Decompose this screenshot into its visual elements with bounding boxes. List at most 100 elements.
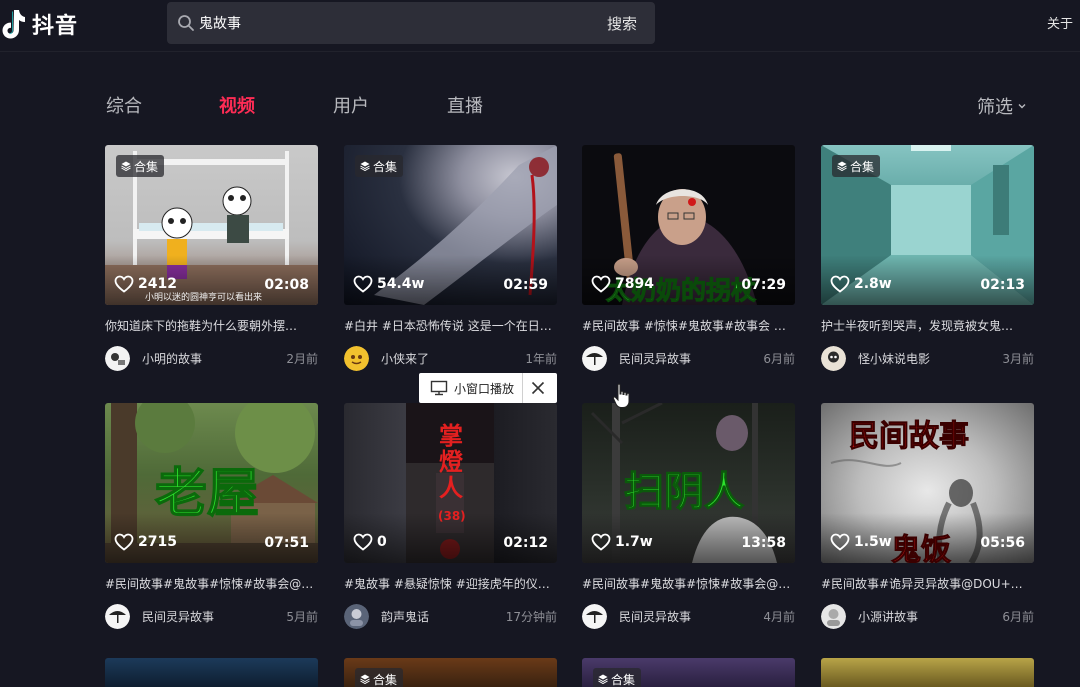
episode-number: (38) <box>438 509 466 523</box>
collection-badge: 合集 <box>355 668 404 687</box>
mini-player-label[interactable]: 小窗口播放 <box>454 380 514 397</box>
author-row[interactable]: 小明的故事 2月前 <box>105 345 318 371</box>
search-bar[interactable]: 鬼故事 搜索 <box>167 2 655 44</box>
post-time: 6月前 <box>1002 609 1034 624</box>
likes-value: 0 <box>377 534 387 550</box>
video-duration: 05:56 <box>980 535 1025 551</box>
video-thumbnail[interactable]: 老屋 2715 07:51 <box>105 403 318 563</box>
heart-icon <box>591 533 611 551</box>
tab-general[interactable]: 综合 <box>106 92 142 118</box>
title-overlay: 掌燈人 <box>439 422 463 502</box>
author-name[interactable]: 怪小妹说电影 <box>858 350 1002 367</box>
author-row[interactable]: 民间灵异故事 5月前 <box>105 603 318 629</box>
video-thumbnail[interactable]: 太奶奶的拐杖 7894 07:29 <box>582 145 795 305</box>
video-thumbnail[interactable]: 合集 小明以迷的圆神亨可以看出来 2412 02:08 <box>105 145 318 305</box>
video-caption[interactable]: 你知道床下的拖鞋为什么要朝外摆… <box>105 317 318 334</box>
collection-badge-label: 合集 <box>373 672 398 687</box>
video-duration: 02:59 <box>503 277 548 293</box>
tiktok-note-icon <box>2 10 25 39</box>
heart-icon <box>353 533 373 551</box>
heart-icon <box>830 275 850 293</box>
video-caption[interactable]: #民间故事 #惊悚#鬼故事#故事会 … <box>582 317 795 334</box>
logo-text: 抖音 <box>32 14 79 39</box>
tab-video[interactable]: 视频 <box>219 92 255 118</box>
mini-player-tooltip[interactable]: 小窗口播放 <box>419 373 557 403</box>
author-row[interactable]: 韵声鬼话 17分钟前 <box>344 603 557 629</box>
video-thumbnail[interactable]: 合集 2.8w 02:13 <box>821 145 1034 305</box>
likes-count: 54.4w <box>353 275 424 293</box>
stack-icon <box>360 161 370 171</box>
tab-live[interactable]: 直播 <box>447 92 483 118</box>
video-caption[interactable]: #民间故事#诡异灵异故事@DOU+… <box>821 575 1034 592</box>
monitor-icon <box>430 380 448 396</box>
video-duration: 13:58 <box>741 535 786 551</box>
author-row[interactable]: 小侠来了 1年前 <box>344 345 557 371</box>
video-duration: 07:29 <box>741 277 786 293</box>
title-overlay: 老屋 <box>154 463 260 525</box>
post-time: 5月前 <box>286 609 318 624</box>
about-link[interactable]: 关于 <box>1047 13 1073 32</box>
hand-cursor-icon <box>612 383 630 408</box>
author-name[interactable]: 民间灵异故事 <box>619 608 763 625</box>
video-caption[interactable]: 护士半夜听到哭声，发现竟被女鬼… <box>821 317 1034 334</box>
collection-badge-label: 合集 <box>373 159 398 174</box>
video-caption[interactable]: #民间故事#鬼故事#惊悚#故事会@… <box>582 575 795 592</box>
likes-count: 2715 <box>114 533 177 551</box>
video-caption[interactable]: #鬼故事 #悬疑惊悚 #迎接虎年的仪… <box>344 575 557 592</box>
video-thumbnail-partial[interactable] <box>821 658 1034 687</box>
video-thumbnail-partial[interactable]: 合集 <box>344 658 557 687</box>
author-name[interactable]: 民间灵异故事 <box>142 608 286 625</box>
author-name[interactable]: 民间灵异故事 <box>619 350 763 367</box>
post-time: 4月前 <box>763 609 795 624</box>
author-avatar[interactable] <box>105 603 130 629</box>
chevron-down-icon <box>1018 104 1026 109</box>
likes-value: 2.8w <box>854 276 892 292</box>
video-thumbnail[interactable]: 扫阴人 1.7w 13:58 <box>582 403 795 563</box>
stack-icon <box>598 674 608 684</box>
video-thumbnail[interactable]: 民间故事 鬼饭 1.5w 05:56 <box>821 403 1034 563</box>
stack-icon <box>360 674 370 684</box>
author-name[interactable]: 韵声鬼话 <box>381 608 506 625</box>
author-avatar[interactable] <box>105 345 130 371</box>
filter-label: 筛选 <box>977 97 1013 118</box>
video-duration: 02:12 <box>503 535 548 551</box>
author-row[interactable]: 民间灵异故事 4月前 <box>582 603 795 629</box>
collection-badge: 合集 <box>593 668 642 687</box>
video-thumbnail-partial[interactable]: 合集 <box>582 658 795 687</box>
author-name[interactable]: 小明的故事 <box>142 350 286 367</box>
search-input[interactable]: 鬼故事 <box>199 13 607 33</box>
video-thumbnail[interactable]: 掌燈人 (38) 0 02:12 <box>344 403 557 563</box>
author-name[interactable]: 小侠来了 <box>381 350 525 367</box>
post-time: 17分钟前 <box>505 609 557 624</box>
author-name[interactable]: 小源讲故事 <box>858 608 1002 625</box>
video-duration: 02:13 <box>980 277 1025 293</box>
likes-count: 0 <box>353 533 387 551</box>
collection-badge-label: 合集 <box>850 159 875 174</box>
likes-count: 7894 <box>591 275 654 293</box>
likes-value: 1.7w <box>615 534 653 550</box>
author-avatar[interactable] <box>582 603 607 629</box>
author-row[interactable]: 怪小妹说电影 3月前 <box>821 345 1034 371</box>
likes-value: 2715 <box>138 534 177 550</box>
author-row[interactable]: 小源讲故事 6月前 <box>821 603 1034 629</box>
tab-users[interactable]: 用户 <box>333 92 369 118</box>
search-button[interactable]: 搜索 <box>607 13 637 34</box>
close-button[interactable] <box>523 373 553 403</box>
author-avatar[interactable] <box>821 603 846 629</box>
author-avatar[interactable] <box>344 345 369 371</box>
douyin-logo[interactable]: 抖音 <box>0 6 78 42</box>
title-overlay: 扫阴人 <box>623 468 744 515</box>
top-header: 抖音 鬼故事 搜索 关于 <box>0 0 1080 52</box>
author-avatar[interactable] <box>821 345 846 371</box>
heart-icon <box>114 533 134 551</box>
likes-value: 54.4w <box>377 276 425 292</box>
video-thumbnail[interactable]: 合集 54.4w 02:59 <box>344 145 557 305</box>
video-caption[interactable]: #白井 #日本恐怖传说 这是一个在日… <box>344 317 557 334</box>
author-row[interactable]: 民间灵异故事 6月前 <box>582 345 795 371</box>
video-caption[interactable]: #民间故事#鬼故事#惊悚#故事会@… <box>105 575 318 592</box>
author-avatar[interactable] <box>582 345 607 371</box>
author-avatar[interactable] <box>344 603 369 629</box>
stack-icon <box>121 161 131 171</box>
filter-button[interactable]: 筛选 <box>977 93 1027 119</box>
video-thumbnail-partial[interactable] <box>105 658 318 687</box>
